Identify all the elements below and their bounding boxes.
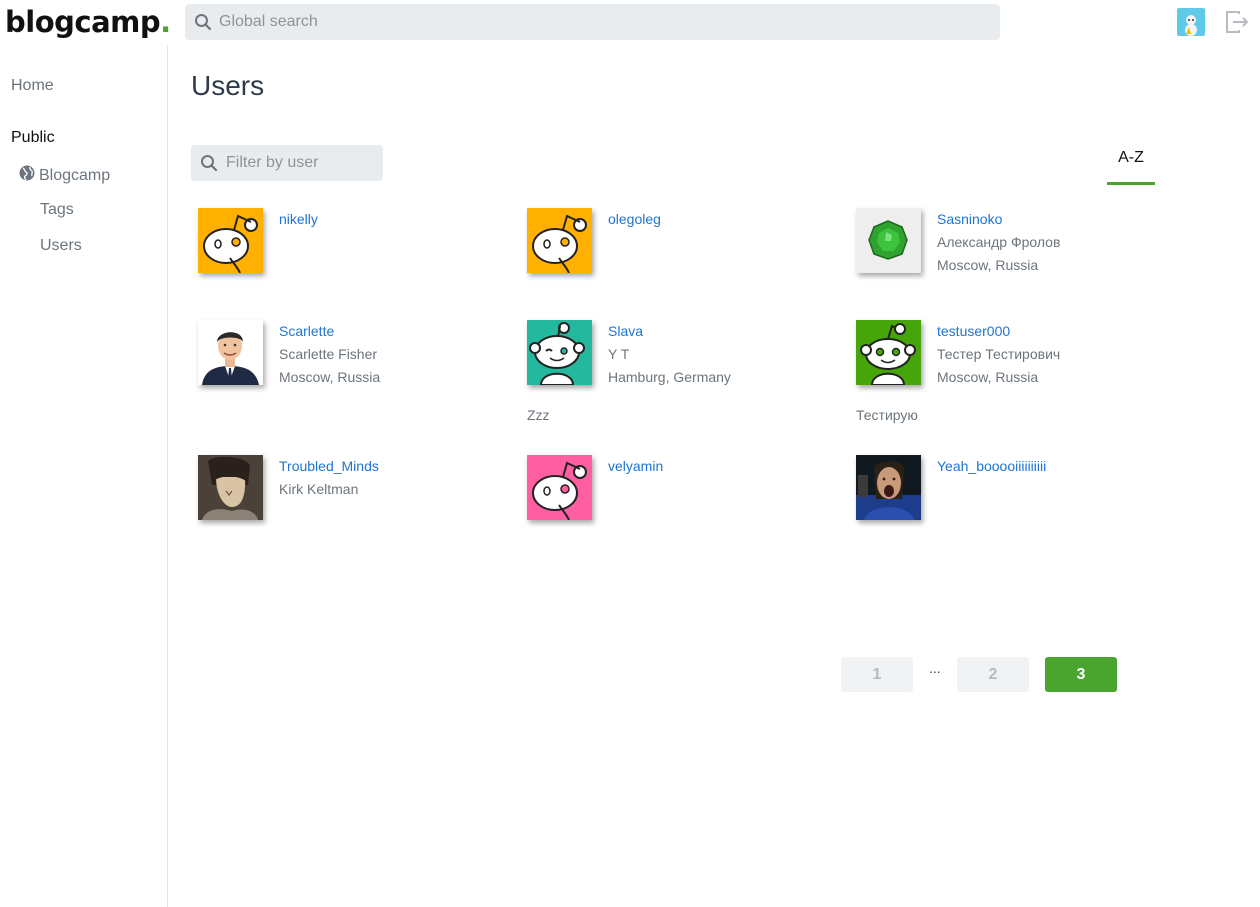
tab-sort-a-z[interactable]: A-Z	[1107, 145, 1155, 185]
user-full-name: Scarlette Fisher	[279, 346, 378, 362]
user-full-name: Kirk Keltman	[279, 481, 359, 497]
user-location: Moscow, Russia	[937, 257, 1039, 273]
user-about: Тестирую	[856, 407, 918, 423]
user-full-name: Тестер Тестирович	[937, 346, 1061, 362]
logout-icon[interactable]	[1225, 10, 1251, 39]
sidebar-item-home[interactable]: Home	[11, 77, 54, 95]
filter-users-input[interactable]	[226, 154, 376, 172]
user-location: Hamburg, Germany	[608, 369, 731, 385]
logo-dot: .	[160, 5, 171, 39]
sidebar: Home Public Blogcamp Tags Users	[0, 45, 168, 907]
pagination-ellipsis: ...	[929, 660, 941, 676]
filter-users-box[interactable]	[191, 145, 383, 181]
logo[interactable]: blogcamp.	[5, 4, 171, 40]
page-button-2[interactable]: 2	[957, 657, 1029, 692]
search-icon	[200, 154, 218, 172]
search-icon	[194, 13, 212, 31]
user-avatar[interactable]	[856, 455, 921, 520]
user-avatar[interactable]	[527, 208, 592, 273]
logo-text: blogcamp	[5, 5, 161, 39]
page-title: Users	[191, 70, 265, 101]
sidebar-item-blogcamp[interactable]: Blogcamp	[19, 165, 110, 186]
page-button-3-current[interactable]: 3	[1045, 657, 1117, 692]
username-link[interactable]: Scarlette	[279, 322, 499, 340]
username-link[interactable]: olegoleg	[608, 210, 828, 228]
user-avatar[interactable]	[527, 455, 592, 520]
page-button-1[interactable]: 1	[841, 657, 913, 692]
user-full-name: Александр Фролов	[937, 234, 1061, 250]
sidebar-item-label: Blogcamp	[39, 166, 111, 184]
user-full-name: Y T	[608, 346, 630, 362]
username-link[interactable]: nikelly	[279, 210, 499, 228]
user-about: Zzz	[527, 407, 550, 423]
global-search-input[interactable]	[219, 13, 979, 31]
user-location: Moscow, Russia	[279, 369, 381, 385]
user-avatar[interactable]	[856, 320, 921, 385]
user-avatar[interactable]	[527, 320, 592, 385]
user-avatar[interactable]	[198, 320, 263, 385]
username-link[interactable]: Yeah_booooiiiiiiiiii	[937, 457, 1157, 475]
user-location: Moscow, Russia	[937, 369, 1039, 385]
username-link[interactable]: Slava	[608, 322, 828, 340]
username-link[interactable]: Troubled_Minds	[279, 457, 499, 475]
sidebar-item-users[interactable]: Users	[40, 237, 82, 255]
username-link[interactable]: Sasninoko	[937, 210, 1157, 228]
sidebar-item-tags[interactable]: Tags	[40, 201, 74, 219]
username-link[interactable]: testuser000	[937, 322, 1157, 340]
username-link[interactable]: velyamin	[608, 457, 828, 475]
current-user-avatar[interactable]	[1177, 8, 1205, 36]
user-avatar[interactable]	[856, 208, 921, 273]
user-avatar[interactable]	[198, 455, 263, 520]
global-search-bar[interactable]	[185, 4, 1000, 40]
globe-icon	[19, 165, 35, 186]
sidebar-section-public: Public	[11, 129, 55, 146]
user-avatar[interactable]	[198, 208, 263, 273]
